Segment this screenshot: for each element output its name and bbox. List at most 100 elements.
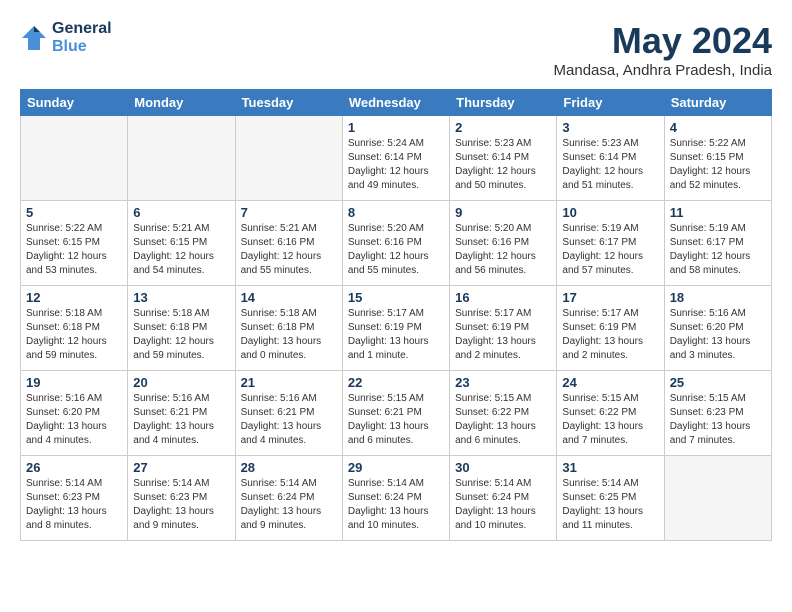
- day-number: 22: [348, 375, 444, 390]
- day-number: 23: [455, 375, 551, 390]
- week-row-3: 12 Sunrise: 5:18 AM Sunset: 6:18 PM Dayli…: [21, 286, 772, 371]
- day-cell: 21 Sunrise: 5:16 AM Sunset: 6:21 PM Dayli…: [235, 371, 342, 456]
- day-cell: 7 Sunrise: 5:21 AM Sunset: 6:16 PM Daylig…: [235, 201, 342, 286]
- day-number: 27: [133, 460, 229, 475]
- day-cell: 3 Sunrise: 5:23 AM Sunset: 6:14 PM Daylig…: [557, 116, 664, 201]
- day-number: 30: [455, 460, 551, 475]
- day-cell: 30 Sunrise: 5:14 AM Sunset: 6:24 PM Dayli…: [450, 456, 557, 541]
- day-cell: 17 Sunrise: 5:17 AM Sunset: 6:19 PM Dayli…: [557, 286, 664, 371]
- day-info: Sunrise: 5:16 AM Sunset: 6:20 PM Dayligh…: [26, 392, 122, 448]
- day-number: 17: [562, 290, 658, 305]
- day-cell: 18 Sunrise: 5:16 AM Sunset: 6:20 PM Dayli…: [664, 286, 771, 371]
- day-cell: 25 Sunrise: 5:15 AM Sunset: 6:23 PM Dayli…: [664, 371, 771, 456]
- day-cell: 15Sunrise: 5:17 AM Sunset: 6:19 PM Dayli…: [342, 286, 449, 371]
- day-cell: 22Sunrise: 5:15 AM Sunset: 6:21 PM Dayli…: [342, 371, 449, 456]
- day-number: 7: [241, 205, 337, 220]
- day-cell: 2 Sunrise: 5:23 AM Sunset: 6:14 PM Daylig…: [450, 116, 557, 201]
- day-cell: 23 Sunrise: 5:15 AM Sunset: 6:22 PM Dayli…: [450, 371, 557, 456]
- day-number: 1: [348, 120, 444, 135]
- day-info: Sunrise: 5:21 AM Sunset: 6:15 PM Dayligh…: [133, 222, 229, 278]
- day-number: 25: [670, 375, 766, 390]
- logo-text-blue: Blue: [52, 38, 112, 56]
- day-number: 24: [562, 375, 658, 390]
- day-cell: 20Sunrise: 5:16 AM Sunset: 6:21 PM Dayli…: [128, 371, 235, 456]
- day-number: 31: [562, 460, 658, 475]
- day-number: 6: [133, 205, 229, 220]
- logo-icon: [20, 24, 48, 52]
- day-number: 5: [26, 205, 122, 220]
- day-cell: 5Sunrise: 5:22 AM Sunset: 6:15 PM Daylig…: [21, 201, 128, 286]
- day-number: 9: [455, 205, 551, 220]
- weekday-header-monday: Monday: [128, 90, 235, 116]
- weekday-header-thursday: Thursday: [450, 90, 557, 116]
- day-number: 8: [348, 205, 444, 220]
- day-info: Sunrise: 5:17 AM Sunset: 6:19 PM Dayligh…: [562, 307, 658, 363]
- day-number: 14: [241, 290, 337, 305]
- day-info: Sunrise: 5:20 AM Sunset: 6:16 PM Dayligh…: [348, 222, 444, 278]
- week-row-2: 5Sunrise: 5:22 AM Sunset: 6:15 PM Daylig…: [21, 201, 772, 286]
- day-info: Sunrise: 5:23 AM Sunset: 6:14 PM Dayligh…: [455, 137, 551, 193]
- day-cell: 16 Sunrise: 5:17 AM Sunset: 6:19 PM Dayli…: [450, 286, 557, 371]
- weekday-header-friday: Friday: [557, 90, 664, 116]
- day-cell: [664, 456, 771, 541]
- day-cell: 8 Sunrise: 5:20 AM Sunset: 6:16 PM Daylig…: [342, 201, 449, 286]
- week-row-1: 1Sunrise: 5:24 AM Sunset: 6:14 PM Daylig…: [21, 116, 772, 201]
- weekday-header-tuesday: Tuesday: [235, 90, 342, 116]
- weekday-header-row: SundayMondayTuesdayWednesdayThursdayFrid…: [21, 90, 772, 116]
- day-cell: 29Sunrise: 5:14 AM Sunset: 6:24 PM Dayli…: [342, 456, 449, 541]
- day-number: 19: [26, 375, 122, 390]
- week-row-5: 26 Sunrise: 5:14 AM Sunset: 6:23 PM Dayli…: [21, 456, 772, 541]
- day-cell: 26 Sunrise: 5:14 AM Sunset: 6:23 PM Dayli…: [21, 456, 128, 541]
- day-number: 16: [455, 290, 551, 305]
- day-cell: 13 Sunrise: 5:18 AM Sunset: 6:18 PM Dayli…: [128, 286, 235, 371]
- day-cell: 4Sunrise: 5:22 AM Sunset: 6:15 PM Daylig…: [664, 116, 771, 201]
- location-subtitle: Mandasa, Andhra Pradesh, India: [554, 62, 772, 79]
- day-number: 26: [26, 460, 122, 475]
- day-number: 3: [562, 120, 658, 135]
- day-info: Sunrise: 5:21 AM Sunset: 6:16 PM Dayligh…: [241, 222, 337, 278]
- weekday-header-saturday: Saturday: [664, 90, 771, 116]
- day-number: 21: [241, 375, 337, 390]
- day-cell: [21, 116, 128, 201]
- day-cell: 14 Sunrise: 5:18 AM Sunset: 6:18 PM Dayli…: [235, 286, 342, 371]
- title-block: May 2024 Mandasa, Andhra Pradesh, India: [554, 20, 772, 79]
- day-info: Sunrise: 5:14 AM Sunset: 6:24 PM Dayligh…: [241, 477, 337, 533]
- day-number: 10: [562, 205, 658, 220]
- weekday-header-wednesday: Wednesday: [342, 90, 449, 116]
- day-cell: [235, 116, 342, 201]
- day-info: Sunrise: 5:14 AM Sunset: 6:24 PM Dayligh…: [348, 477, 444, 533]
- day-info: Sunrise: 5:14 AM Sunset: 6:23 PM Dayligh…: [133, 477, 229, 533]
- day-cell: [128, 116, 235, 201]
- day-cell: 19 Sunrise: 5:16 AM Sunset: 6:20 PM Dayli…: [21, 371, 128, 456]
- day-info: Sunrise: 5:16 AM Sunset: 6:20 PM Dayligh…: [670, 307, 766, 363]
- day-info: Sunrise: 5:14 AM Sunset: 6:23 PM Dayligh…: [26, 477, 122, 533]
- day-number: 28: [241, 460, 337, 475]
- logo: General Blue: [20, 20, 112, 56]
- day-cell: 27 Sunrise: 5:14 AM Sunset: 6:23 PM Dayli…: [128, 456, 235, 541]
- day-number: 2: [455, 120, 551, 135]
- day-info: Sunrise: 5:17 AM Sunset: 6:19 PM Dayligh…: [455, 307, 551, 363]
- calendar-table: SundayMondayTuesdayWednesdayThursdayFrid…: [20, 89, 772, 541]
- day-info: Sunrise: 5:15 AM Sunset: 6:22 PM Dayligh…: [562, 392, 658, 448]
- day-info: Sunrise: 5:16 AM Sunset: 6:21 PM Dayligh…: [241, 392, 337, 448]
- day-info: Sunrise: 5:22 AM Sunset: 6:15 PM Dayligh…: [670, 137, 766, 193]
- day-info: Sunrise: 5:18 AM Sunset: 6:18 PM Dayligh…: [133, 307, 229, 363]
- day-number: 18: [670, 290, 766, 305]
- day-number: 11: [670, 205, 766, 220]
- day-info: Sunrise: 5:18 AM Sunset: 6:18 PM Dayligh…: [26, 307, 122, 363]
- day-number: 13: [133, 290, 229, 305]
- day-number: 12: [26, 290, 122, 305]
- day-info: Sunrise: 5:18 AM Sunset: 6:18 PM Dayligh…: [241, 307, 337, 363]
- day-info: Sunrise: 5:14 AM Sunset: 6:25 PM Dayligh…: [562, 477, 658, 533]
- month-title: May 2024: [554, 20, 772, 62]
- day-cell: 12 Sunrise: 5:18 AM Sunset: 6:18 PM Dayli…: [21, 286, 128, 371]
- day-cell: 31 Sunrise: 5:14 AM Sunset: 6:25 PM Dayli…: [557, 456, 664, 541]
- header: General Blue May 2024 Mandasa, Andhra Pr…: [20, 20, 772, 79]
- day-cell: 24 Sunrise: 5:15 AM Sunset: 6:22 PM Dayli…: [557, 371, 664, 456]
- day-info: Sunrise: 5:14 AM Sunset: 6:24 PM Dayligh…: [455, 477, 551, 533]
- day-info: Sunrise: 5:15 AM Sunset: 6:23 PM Dayligh…: [670, 392, 766, 448]
- day-number: 15: [348, 290, 444, 305]
- week-row-4: 19 Sunrise: 5:16 AM Sunset: 6:20 PM Dayli…: [21, 371, 772, 456]
- day-info: Sunrise: 5:23 AM Sunset: 6:14 PM Dayligh…: [562, 137, 658, 193]
- day-info: Sunrise: 5:15 AM Sunset: 6:22 PM Dayligh…: [455, 392, 551, 448]
